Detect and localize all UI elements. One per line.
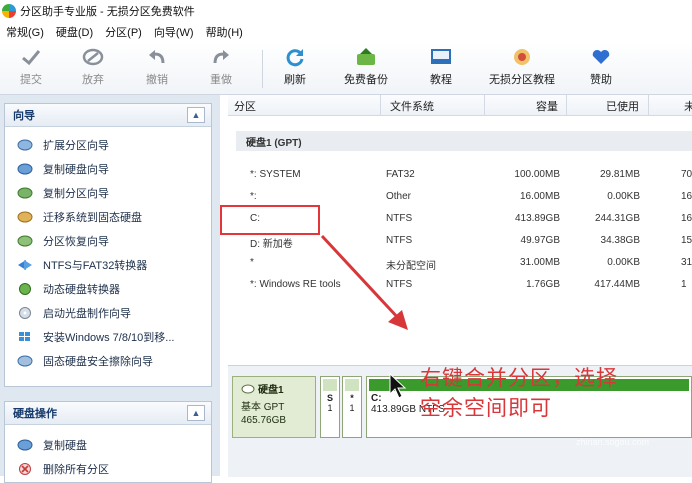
- watermark-url: zhinan.sogou.com: [576, 437, 650, 447]
- watermark-logo-text: 搜狗指南: [560, 404, 625, 421]
- disk-name: 硬盘1: [258, 385, 284, 396]
- partition-letter: *: [350, 393, 354, 403]
- mouse-cursor-icon: [389, 372, 407, 399]
- usage-bar: [323, 379, 337, 391]
- partition-letter: S: [326, 393, 333, 403]
- disk-type: 基本 GPT: [241, 402, 285, 413]
- disk-icon: [241, 384, 255, 393]
- partition-size-short: 1: [327, 403, 333, 413]
- usage-bar: [345, 379, 359, 391]
- partition-block-system[interactable]: S 1: [320, 376, 340, 438]
- annotation-text-line2: 空余空间即可: [420, 396, 552, 420]
- annotation-text-line1: 右键合并分区，选择: [420, 366, 618, 390]
- partition-block-other[interactable]: * 1: [342, 376, 362, 438]
- partition-size-short: 1: [349, 403, 355, 413]
- disk-card[interactable]: 硬盘1 基本 GPT 465.76GB: [232, 376, 316, 438]
- disk-size: 465.76GB: [241, 415, 287, 426]
